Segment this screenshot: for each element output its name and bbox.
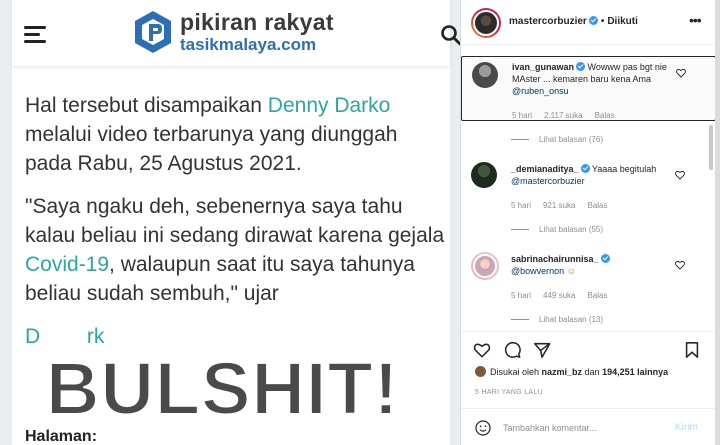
comment-text: ivan_gunawan Wowww pas bgt nie MAster ..… <box>512 61 672 97</box>
instagram-panel: mastercorbuzier • Diikuti ••• ivan_gunawan… <box>460 0 716 445</box>
view-replies-button[interactable]: Lihat balasan (13) <box>511 315 603 324</box>
avatar[interactable] <box>471 252 499 280</box>
avatar[interactable] <box>471 162 497 188</box>
window-edge <box>715 0 720 445</box>
likes-prefix: Disukai oleh <box>490 367 542 377</box>
divider <box>511 229 529 231</box>
mention-link[interactable]: @ruben_onsu <box>512 86 569 96</box>
avatar[interactable] <box>472 62 498 88</box>
like-comment-icon[interactable] <box>675 170 685 180</box>
paragraph: "Saya ngaku deh, sebenernya saya tahu ka… <box>25 193 445 309</box>
comment-text: _demianaditya_ Yaaaa begitulah @masterco… <box>511 163 671 187</box>
view-replies-label: Lihat balasan (76) <box>539 135 604 144</box>
comment-body: Yaaaa begitulah <box>591 164 657 174</box>
post-timestamp[interactable]: 5 HARI YANG LALU <box>475 389 543 396</box>
article-image: pikiran rakyat tasikmalaya.com Hal terse… <box>0 0 460 445</box>
post-comment-button[interactable]: Kirim <box>675 422 698 433</box>
emoji-icon[interactable] <box>475 420 491 436</box>
comment-icon[interactable] <box>503 341 521 359</box>
comment-time[interactable]: 5 hari <box>511 291 531 300</box>
comment-item: sabrinachairunnisa_ @bowvernon ☺ 5 hari 4… <box>461 248 716 308</box>
search-icon[interactable] <box>440 24 460 46</box>
emoji: ☺ <box>566 266 576 277</box>
verified-icon <box>580 164 590 173</box>
reply-button[interactable]: Balas <box>587 291 607 300</box>
comment-likes[interactable]: 921 suka <box>543 201 575 210</box>
comment-input[interactable] <box>503 419 663 437</box>
comment-meta: 5 hari 449 suka Balas <box>511 291 620 300</box>
post-actions <box>461 331 716 363</box>
site-title: pikiran rakyat <box>180 9 334 35</box>
save-icon[interactable] <box>683 341 701 359</box>
topic-link[interactable]: Covid-19 <box>25 253 109 276</box>
comment-item: ivan_gunawan Wowww pas bgt nie MAster ..… <box>461 56 716 121</box>
comment-username[interactable]: sabrinachairunnisa_ <box>511 254 599 264</box>
comment-item: _demianaditya_ Yaaaa begitulah @masterco… <box>461 158 716 218</box>
like-comment-icon[interactable] <box>675 260 685 270</box>
scrollbar-thumb[interactable] <box>709 125 713 170</box>
comment-text: sabrinachairunnisa_ @bowvernon ☺ <box>511 253 671 277</box>
avatar[interactable] <box>471 8 501 38</box>
comment-time[interactable]: 5 hari <box>512 111 532 120</box>
like-icon[interactable] <box>473 341 491 359</box>
likes-mid: dan <box>582 367 603 377</box>
site-header: pikiran rakyat tasikmalaya.com <box>12 0 460 66</box>
pagination-label: Halaman: <box>25 428 98 445</box>
post-header: mastercorbuzier • Diikuti ••• <box>461 0 716 45</box>
person-link[interactable]: Denny Darko <box>268 94 391 117</box>
like-comment-icon[interactable] <box>676 68 686 78</box>
reply-button[interactable]: Balas <box>595 111 615 120</box>
comment-username[interactable]: ivan_gunawan <box>512 62 574 72</box>
comment-likes[interactable]: 2.117 suka <box>544 111 583 120</box>
screenshot: pikiran rakyat tasikmalaya.com Hal terse… <box>0 0 720 445</box>
comment-meta: 5 hari 921 suka Balas <box>511 201 620 210</box>
site-subtitle: tasikmalaya.com <box>180 35 317 54</box>
paragraph-text: melalui video terbarunya yang diunggah p… <box>25 122 398 175</box>
verified-icon <box>600 254 610 263</box>
paragraph: Hal tersebut disampaikan Denny Darko mel… <box>25 92 445 179</box>
separator-dot: • <box>600 16 605 27</box>
verified-icon <box>576 62 586 71</box>
likes-summary[interactable]: Disukai oleh nazmi_bz dan 194,251 lainny… <box>475 366 668 377</box>
comment-username[interactable]: _demianaditya_ <box>511 164 579 174</box>
view-replies-button[interactable]: Lihat balasan (55) <box>511 225 603 234</box>
liked-by-user[interactable]: nazmi_bz <box>542 367 583 377</box>
comment-likes[interactable]: 449 suka <box>543 291 575 300</box>
comments-list[interactable]: ivan_gunawan Wowww pas bgt nie MAster ..… <box>461 46 716 331</box>
view-replies-label: Lihat balasan (55) <box>539 225 604 234</box>
article-body: Hal tersebut disampaikan Denny Darko mel… <box>25 92 445 366</box>
reply-button[interactable]: Balas <box>587 201 607 210</box>
more-options-icon[interactable]: ••• <box>689 12 702 28</box>
paragraph-text: "Saya ngaku deh, sebenernya saya tahu ka… <box>25 194 445 247</box>
username[interactable]: mastercorbuzier <box>509 16 587 27</box>
menu-icon[interactable] <box>24 26 46 43</box>
verified-icon <box>588 16 598 25</box>
comment-meta: 5 hari 2.117 suka Balas <box>512 111 627 120</box>
likes-count[interactable]: 194,251 lainnya <box>602 367 668 377</box>
follow-status[interactable]: Diikuti <box>607 16 638 27</box>
view-replies-label: Lihat balasan (13) <box>539 315 604 324</box>
comment-time[interactable]: 5 hari <box>511 201 531 210</box>
share-icon[interactable] <box>533 341 551 359</box>
paragraph-text: Hal tersebut disampaikan <box>25 94 268 117</box>
divider <box>511 319 529 321</box>
post-author: mastercorbuzier • Diikuti <box>509 16 638 27</box>
view-replies-button[interactable]: Lihat balasan (76) <box>511 135 603 144</box>
site-logo-icon <box>135 11 171 53</box>
avatar <box>475 366 486 377</box>
add-comment-bar: Kirim <box>461 408 716 445</box>
overlay-caption: BULSHIT! <box>45 346 400 431</box>
mention-link[interactable]: @bowvernon <box>511 266 564 276</box>
mention-link[interactable]: @mastercorbuzier <box>511 176 585 186</box>
divider <box>511 139 529 141</box>
